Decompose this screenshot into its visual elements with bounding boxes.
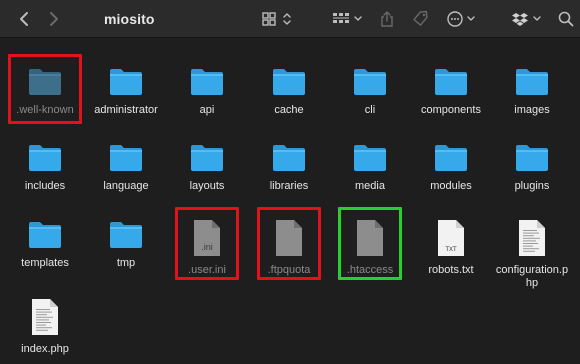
folder-media[interactable]: media: [330, 142, 410, 202]
file-icon: [355, 219, 385, 262]
item-label: index.php: [21, 343, 69, 355]
item-label: libraries: [269, 180, 309, 192]
item-label: components: [421, 104, 481, 116]
search-button[interactable]: [556, 0, 576, 38]
item-label: images: [514, 104, 550, 116]
folder-icon: [189, 66, 225, 101]
item-label: .user.ini: [188, 264, 226, 276]
folder-administrator[interactable]: administrator: [86, 66, 166, 126]
item-label: tmp: [116, 257, 136, 269]
tag-button[interactable]: [410, 0, 432, 38]
folder-layouts[interactable]: layouts: [167, 142, 247, 202]
svg-text:.ini: .ini: [201, 242, 213, 252]
folder-icon: [108, 142, 144, 177]
item-label: administrator: [94, 104, 158, 116]
folder-icon: [514, 66, 550, 101]
file-dot-htaccess[interactable]: .htaccess: [330, 219, 410, 279]
folder-dot-well-known[interactable]: .well-known: [5, 66, 85, 126]
folder-components[interactable]: components: [411, 66, 491, 126]
more-actions-button[interactable]: [445, 0, 481, 38]
folder-api[interactable]: api: [167, 66, 247, 126]
file-icon: [517, 219, 547, 262]
back-icon: [20, 12, 28, 26]
folder-images[interactable]: images: [492, 66, 572, 126]
item-label: .ftpquota: [267, 264, 311, 276]
icon-view-icon: [262, 12, 291, 26]
folder-icon: [271, 142, 307, 177]
share-icon: [381, 11, 393, 27]
window-title: miosito: [104, 11, 155, 27]
item-label: modules: [430, 180, 472, 192]
folder-icon: [189, 142, 225, 177]
file-index-php[interactable]: index.php: [5, 298, 85, 358]
folder-libraries[interactable]: libraries: [249, 142, 329, 202]
dropbox-button[interactable]: [510, 0, 546, 38]
file-robots-txt[interactable]: TXT robots.txt: [411, 219, 491, 279]
item-label: .well-known: [16, 104, 74, 116]
svg-text:TXT: TXT: [445, 247, 457, 253]
folder-cli[interactable]: cli: [330, 66, 410, 126]
folder-cache[interactable]: cache: [249, 66, 329, 126]
file-dot-user-ini[interactable]: .ini .user.ini: [167, 219, 247, 279]
item-label: layouts: [189, 180, 225, 192]
folder-icon: [271, 66, 307, 101]
item-label: language: [103, 180, 149, 192]
file-grid: .well-known administrator api cache cli …: [0, 38, 580, 364]
forward-button[interactable]: [44, 0, 64, 38]
file-icon: [274, 219, 304, 262]
item-label: cache: [274, 104, 304, 116]
group-button[interactable]: [330, 0, 366, 38]
folder-language[interactable]: language: [86, 142, 166, 202]
dropbox-icon: [512, 13, 541, 26]
file-icon: [30, 298, 60, 341]
file-icon: TXT: [436, 219, 466, 262]
search-icon: [558, 11, 574, 27]
folder-icon: [433, 66, 469, 101]
view-mode-button[interactable]: [260, 0, 296, 38]
forward-icon: [50, 12, 58, 26]
more-actions-icon: [447, 11, 475, 27]
folder-icon: [433, 142, 469, 177]
folder-icon: [27, 66, 63, 101]
folder-icon: [108, 66, 144, 101]
item-label: api: [199, 104, 215, 116]
item-label: cli: [364, 104, 376, 116]
group-icon: [333, 13, 362, 23]
folder-icon: [514, 142, 550, 177]
item-label: media: [355, 180, 385, 192]
folder-modules[interactable]: modules: [411, 142, 491, 202]
item-label: plugins: [514, 180, 550, 192]
folder-icon: [352, 66, 388, 101]
file-icon: .ini: [192, 219, 222, 262]
folder-templates[interactable]: templates: [5, 219, 85, 279]
finder-toolbar: miosito: [0, 0, 580, 38]
item-label: templates: [21, 257, 69, 269]
share-button[interactable]: [377, 0, 397, 38]
file-configuration-php[interactable]: configuration.php: [492, 219, 572, 289]
tag-icon: [413, 10, 428, 26]
folder-icon: [352, 142, 388, 177]
item-label: robots.txt: [428, 264, 474, 276]
file-dot-ftpquota[interactable]: .ftpquota: [249, 219, 329, 279]
item-label: configuration.php: [495, 264, 569, 289]
folder-icon: [108, 219, 144, 254]
item-label: includes: [24, 180, 66, 192]
folder-tmp[interactable]: tmp: [86, 219, 166, 279]
folder-icon: [27, 219, 63, 254]
item-label: .htaccess: [346, 264, 394, 276]
folder-includes[interactable]: includes: [5, 142, 85, 202]
folder-plugins[interactable]: plugins: [492, 142, 572, 202]
back-button[interactable]: [14, 0, 34, 38]
folder-icon: [27, 142, 63, 177]
